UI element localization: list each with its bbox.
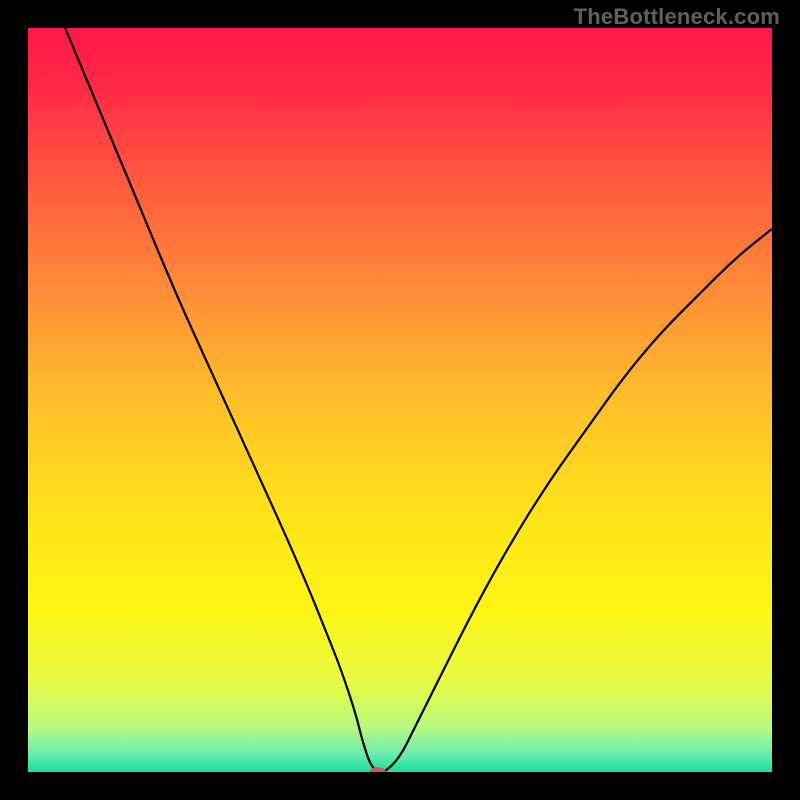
watermark-text: TheBottleneck.com <box>574 4 780 30</box>
chart-svg <box>28 28 772 772</box>
chart-background <box>28 28 772 772</box>
chart-container: TheBottleneck.com <box>0 0 800 800</box>
plot-area <box>28 28 772 772</box>
